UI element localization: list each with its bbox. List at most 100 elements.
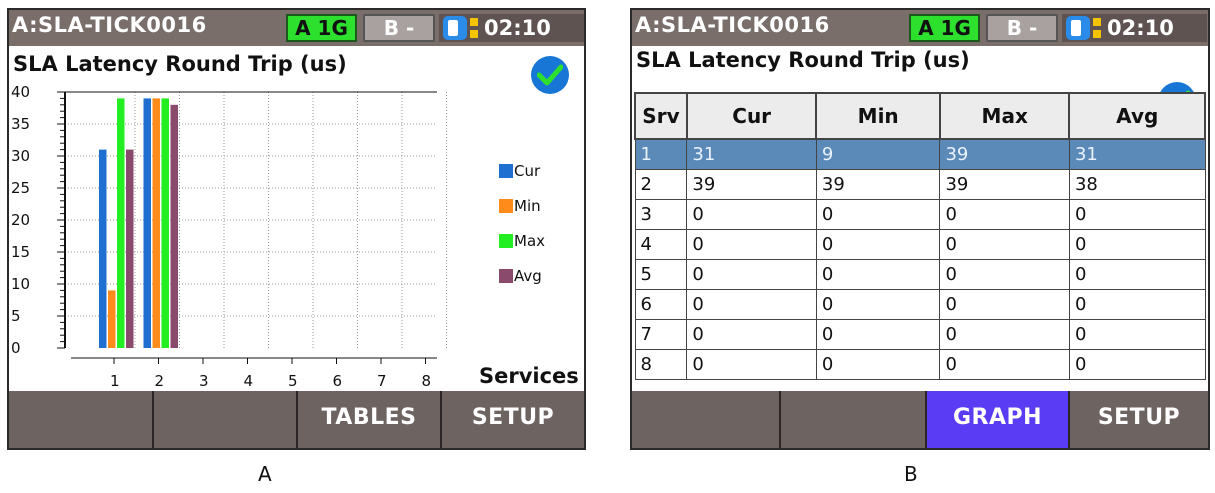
cell-srv: 3 [634, 199, 688, 230]
cell-avg: 0 [1068, 289, 1206, 320]
port-a-badge[interactable]: A 1G [909, 14, 980, 42]
bar-cur-srv2 [143, 98, 151, 349]
table-row[interactable]: 50000 [634, 259, 1206, 290]
cell-min: 39 [815, 169, 941, 200]
test-name: A:SLA-TICK0016 [12, 13, 207, 37]
cell-max: 0 [939, 349, 1070, 380]
col-header-cur[interactable]: Cur [685, 92, 818, 140]
legend-label-min: Min [514, 197, 541, 215]
col-header-max[interactable]: Max [938, 92, 1071, 140]
status-right: 02:10 [439, 14, 584, 42]
softkey-2[interactable] [781, 391, 927, 448]
cell-min: 0 [815, 319, 941, 350]
cell-avg: 0 [1068, 319, 1206, 350]
cell-min: 0 [815, 259, 941, 290]
cell-cur: 0 [686, 349, 817, 380]
cell-srv: 8 [634, 349, 688, 380]
col-header-avg[interactable]: Avg [1068, 92, 1206, 140]
y-tick-label: 25 [11, 179, 30, 197]
setup-button[interactable]: SETUP [442, 391, 584, 448]
page-title: SLA Latency Round Trip (us) [636, 48, 970, 72]
status-right: 02:10 [1062, 14, 1207, 42]
table-row[interactable]: 60000 [634, 289, 1206, 320]
y-tick-label: 35 [11, 115, 30, 133]
clock: 02:10 [1107, 16, 1174, 40]
x-tick-label: 7 [377, 372, 387, 390]
legend-label-cur: Cur [514, 162, 541, 180]
table-row[interactable]: 2 39 39 39 38 [634, 169, 1206, 200]
bar-min-srv2 [152, 98, 160, 349]
legend-swatch-min [499, 199, 513, 213]
tables-button[interactable]: TABLES [298, 391, 442, 448]
y-tick-label: 30 [11, 147, 30, 165]
setup-button[interactable]: SETUP [1070, 391, 1208, 448]
col-header-min[interactable]: Min [815, 92, 941, 140]
cell-min: 0 [815, 199, 941, 230]
battery-icon [443, 16, 467, 40]
y-tick-label: 5 [11, 307, 21, 325]
cell-srv: 6 [634, 289, 688, 320]
bar-min-srv1 [108, 290, 116, 348]
x-tick-label: 4 [244, 372, 254, 390]
cell-cur: 0 [686, 199, 817, 230]
soft-key-bar: GRAPH SETUP [632, 391, 1208, 448]
y-tick-label: 40 [11, 83, 30, 101]
table-row[interactable]: 80000 [634, 349, 1206, 380]
cell-srv: 2 [634, 169, 688, 200]
status-bar: A:SLA-TICK0016 A 1G B - 02:10 [9, 10, 584, 46]
col-header-srv[interactable]: Srv [634, 92, 688, 140]
graph-button[interactable]: GRAPH [927, 391, 1070, 448]
y-tick-label: 15 [11, 243, 30, 261]
cell-cur: 31 [686, 138, 817, 170]
cell-avg: 0 [1068, 349, 1206, 380]
signal-icon [1093, 18, 1101, 38]
y-tick-label: 20 [11, 211, 30, 229]
cell-srv: 1 [634, 138, 688, 170]
cell-cur: 0 [686, 259, 817, 290]
cell-min: 0 [815, 289, 941, 320]
cell-max: 0 [939, 259, 1070, 290]
cell-cur: 0 [686, 319, 817, 350]
table-row[interactable]: 40000 [634, 229, 1206, 260]
port-b-badge[interactable]: B - [986, 14, 1058, 42]
x-tick-label: 1 [110, 372, 120, 390]
cell-avg: 38 [1068, 169, 1206, 200]
panel-b-table: A:SLA-TICK0016 A 1G B - 02:10 SLA Latenc… [630, 8, 1210, 450]
cell-cur: 0 [686, 289, 817, 320]
battery-icon [1066, 16, 1090, 40]
legend-label-max: Max [514, 232, 546, 250]
cell-min: 0 [815, 349, 941, 380]
bar-max-srv2 [161, 98, 169, 349]
caption-b: B [904, 462, 918, 486]
cell-avg: 31 [1068, 138, 1206, 170]
cell-min: 0 [815, 229, 941, 260]
table-header: Srv Cur Min Max Avg [634, 92, 1206, 140]
cell-max: 0 [939, 319, 1070, 350]
cell-min: 9 [815, 138, 941, 170]
legend-item-min: Min [499, 197, 541, 215]
y-tick-label: 10 [11, 275, 30, 293]
softkey-2[interactable] [154, 391, 298, 448]
cell-avg: 0 [1068, 259, 1206, 290]
legend-item-cur: Cur [499, 162, 540, 180]
cell-max: 39 [939, 138, 1070, 170]
table-row[interactable]: 70000 [634, 319, 1206, 350]
cell-avg: 0 [1068, 229, 1206, 260]
caption-a: A [258, 462, 272, 486]
bar-cur-srv1 [99, 149, 107, 348]
clock: 02:10 [484, 16, 551, 40]
port-b-badge[interactable]: B - [363, 14, 435, 42]
signal-icon [470, 18, 478, 38]
softkey-1[interactable] [632, 391, 781, 448]
table-row[interactable]: 30000 [634, 199, 1206, 230]
table-row[interactable]: 1 31 9 39 31 [634, 138, 1206, 170]
page-title: SLA Latency Round Trip (us) [13, 52, 347, 76]
cell-max: 0 [939, 229, 1070, 260]
legend-swatch-avg [499, 269, 513, 283]
softkey-1[interactable] [9, 391, 154, 448]
port-a-badge[interactable]: A 1G [286, 14, 357, 42]
cell-max: 0 [939, 289, 1070, 320]
legend-label-avg: Avg [514, 267, 542, 285]
x-axis-label: Services [479, 364, 579, 388]
cell-avg: 0 [1068, 199, 1206, 230]
